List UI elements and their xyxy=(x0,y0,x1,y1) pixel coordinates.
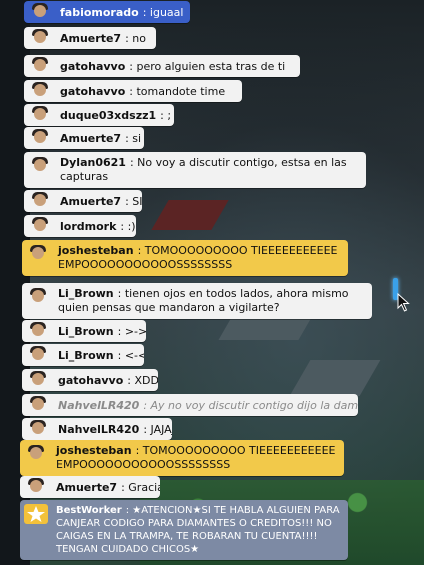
star-badge-icon xyxy=(24,504,48,524)
chat-message[interactable]: gatohavvo: pero alguien esta tras de ti xyxy=(24,55,300,77)
message-author: Amuerte7 xyxy=(60,131,122,145)
message-author: gatohavvo xyxy=(60,59,126,73)
chat-message[interactable]: gatohavvo: XDD xyxy=(22,369,158,391)
habbo-avatar-icon xyxy=(28,28,52,48)
room-furniture xyxy=(289,360,381,396)
habbo-avatar-icon xyxy=(26,395,50,415)
habbo-avatar-icon xyxy=(28,128,52,148)
message-text: tomandote time xyxy=(136,84,226,98)
habbo-avatar-icon xyxy=(28,56,52,76)
chat-message[interactable]: Li_Brown: tienen ojos en todos lados, ah… xyxy=(22,283,372,319)
chat-message[interactable]: joshesteban: TOMOOOOOOOOO TIEEEEEEEEEEEE… xyxy=(22,240,348,276)
chat-message[interactable]: lordmork: :) xyxy=(24,215,136,237)
habbo-avatar-icon xyxy=(26,370,50,390)
habbo-avatar-icon xyxy=(26,345,50,365)
message-text: :) xyxy=(127,219,136,233)
habbo-avatar-icon xyxy=(28,191,52,211)
message-author: gatohavvo xyxy=(58,373,124,387)
message-author: Amuerte7 xyxy=(56,480,118,494)
chat-message[interactable]: Li_Brown: >-> xyxy=(22,320,146,342)
message-author: Li_Brown xyxy=(58,348,114,362)
message-author: Amuerte7 xyxy=(60,31,122,45)
message-author: duque03xdszz1 xyxy=(60,108,157,122)
message-author: BestWorker xyxy=(56,505,122,516)
habbo-avatar-icon xyxy=(26,321,50,341)
chat-message[interactable]: Amuerte7: no xyxy=(24,27,156,49)
message-text: JAJAJA xyxy=(150,422,172,436)
message-text: si xyxy=(132,131,142,145)
message-text: no xyxy=(132,31,146,45)
chat-message[interactable]: Amuerte7: SI xyxy=(24,190,142,212)
chat-message[interactable]: Li_Brown: <-< xyxy=(22,344,144,366)
chat-message[interactable]: Amuerte7: Gracias xyxy=(20,476,160,498)
message-author: Li_Brown xyxy=(58,324,114,338)
message-text: SI xyxy=(132,194,142,208)
habbo-avatar-icon xyxy=(28,216,52,236)
habbo-avatar-icon xyxy=(28,105,52,125)
message-text: Ay no voy discutir contigo dijo la dama xyxy=(150,398,358,412)
mouse-pointer-icon xyxy=(397,293,410,312)
chat-message-bot[interactable]: BestWorker: ★ATENCION★SI TE HABLA ALGUIE… xyxy=(20,500,348,560)
habbo-avatar-icon xyxy=(26,419,50,439)
message-text: Gracias xyxy=(128,480,160,494)
chat-message[interactable]: NahvelLR420: JAJAJA xyxy=(22,418,172,440)
habbo-avatar-icon xyxy=(28,2,52,22)
message-text: ; xyxy=(167,108,172,122)
habbo-avatar-icon xyxy=(24,444,48,464)
message-author: fabiomorado xyxy=(60,5,139,19)
chat-message[interactable]: Dylan0621: No voy a discutir contigo, es… xyxy=(24,152,366,188)
chat-message[interactable]: Amuerte7: si xyxy=(24,127,144,149)
habbo-avatar-icon xyxy=(26,244,50,264)
chat-message[interactable]: duque03xdszz1: ; xyxy=(24,104,174,126)
habbo-avatar-icon xyxy=(24,477,48,497)
message-author: gatohavvo xyxy=(60,84,126,98)
message-text: >-> xyxy=(124,324,146,338)
chat-message[interactable]: fabiomorado: iguaal xyxy=(24,1,190,23)
chat-message[interactable]: joshesteban: TOMOOOOOOOOO TIEEEEEEEEEEEE… xyxy=(20,440,344,476)
message-text: XDD xyxy=(134,373,158,387)
message-author: Li_Brown xyxy=(58,287,114,300)
message-author: NahvelLR420 xyxy=(58,398,140,412)
message-author: NahvelLR420 xyxy=(58,422,140,436)
message-author: lordmork xyxy=(60,219,117,233)
message-author: Amuerte7 xyxy=(60,194,122,208)
room-furniture xyxy=(151,200,229,230)
habbo-avatar-icon xyxy=(28,156,52,176)
message-author: Dylan0621 xyxy=(60,156,126,169)
message-text: <-< xyxy=(124,348,144,362)
message-text: pero alguien esta tras de ti xyxy=(136,59,286,73)
habbo-avatar-icon xyxy=(26,287,50,307)
message-author: joshesteban xyxy=(56,444,132,457)
chat-message[interactable]: gatohavvo: tomandote time xyxy=(24,80,242,102)
message-author: joshesteban xyxy=(58,244,134,257)
chat-message[interactable]: NahvelLR420: Ay no voy discutir contigo … xyxy=(22,394,358,416)
message-text: iguaal xyxy=(149,5,184,19)
habbo-avatar-icon xyxy=(28,81,52,101)
